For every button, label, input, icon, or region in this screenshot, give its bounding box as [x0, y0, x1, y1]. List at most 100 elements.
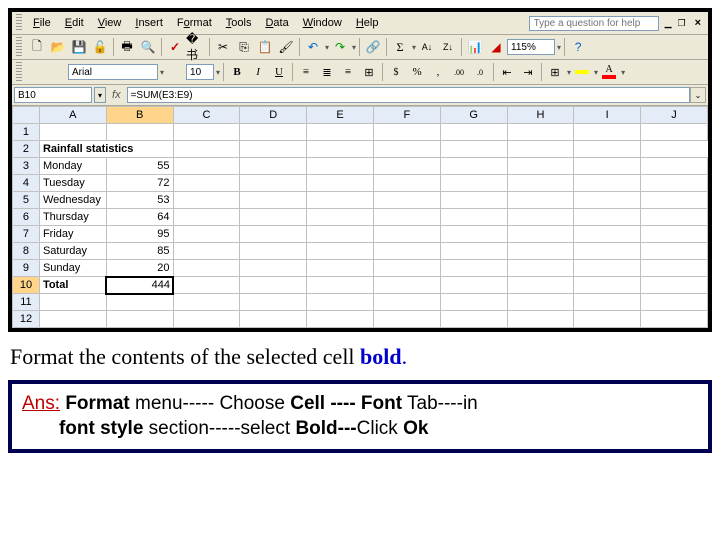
col-header-B[interactable]: B	[106, 107, 173, 124]
row-header-8[interactable]: 8	[13, 243, 40, 260]
menu-format[interactable]: Format	[170, 15, 219, 31]
window-minimize-button[interactable]: ▁	[665, 18, 672, 29]
bold-button[interactable]: B	[227, 62, 247, 82]
row-header-1[interactable]: 1	[13, 124, 40, 141]
cell-B5[interactable]: 53	[106, 192, 173, 209]
menu-insert[interactable]: Insert	[128, 15, 170, 31]
row-header-11[interactable]: 11	[13, 294, 40, 311]
drawing-icon[interactable]: ◢	[486, 37, 506, 57]
cell-B4[interactable]: 72	[106, 175, 173, 192]
menu-edit[interactable]: Edit	[58, 15, 91, 31]
select-all-corner[interactable]	[13, 107, 40, 124]
fx-button[interactable]: fx	[106, 89, 127, 101]
autosum-icon[interactable]: Σ	[390, 37, 410, 57]
menu-view[interactable]: View	[91, 15, 129, 31]
font-size-dropdown[interactable]: ▾	[215, 68, 220, 77]
cell-B1[interactable]	[106, 124, 173, 141]
percent-button[interactable]: %	[407, 62, 427, 82]
menu-handle[interactable]	[16, 14, 22, 32]
cell-A5[interactable]: Wednesday	[39, 192, 106, 209]
decrease-indent-button[interactable]: ⇤	[497, 62, 517, 82]
col-header-E[interactable]: E	[307, 107, 374, 124]
row-header-6[interactable]: 6	[13, 209, 40, 226]
currency-button[interactable]: $	[386, 62, 406, 82]
col-header-A[interactable]: A	[39, 107, 106, 124]
col-header-D[interactable]: D	[240, 107, 307, 124]
underline-button[interactable]: U	[269, 62, 289, 82]
cell-B3[interactable]: 55	[106, 158, 173, 175]
align-right-button[interactable]: ≡	[338, 62, 358, 82]
hyperlink-icon[interactable]: 🔗	[363, 37, 383, 57]
increase-decimal-button[interactable]: .00	[449, 62, 469, 82]
menu-help[interactable]: Help	[349, 15, 386, 31]
zoom-dropdown[interactable]: ▾	[556, 43, 561, 52]
paste-icon[interactable]: 📋	[255, 37, 275, 57]
cell-A10[interactable]: Total	[39, 277, 106, 294]
col-header-C[interactable]: C	[173, 107, 240, 124]
open-icon[interactable]: 📂	[48, 37, 68, 57]
menu-tools[interactable]: Tools	[219, 15, 259, 31]
row-header-2[interactable]: 2	[13, 141, 40, 158]
font-size-input[interactable]: 10	[186, 64, 214, 80]
save-icon[interactable]: 💾	[69, 37, 89, 57]
fill-color-button[interactable]	[572, 62, 592, 82]
col-header-I[interactable]: I	[574, 107, 641, 124]
cell-A8[interactable]: Saturday	[39, 243, 106, 260]
col-header-H[interactable]: H	[507, 107, 574, 124]
row-header-10[interactable]: 10	[13, 277, 40, 294]
cell-B7[interactable]: 95	[106, 226, 173, 243]
increase-indent-button[interactable]: ⇥	[518, 62, 538, 82]
sort-desc-icon[interactable]: Z↓	[438, 37, 458, 57]
window-restore-button[interactable]: ❐	[677, 18, 685, 29]
redo-dropdown[interactable]: ▾	[351, 43, 356, 52]
font-color-button[interactable]: A	[599, 62, 619, 82]
toolbar-handle[interactable]	[16, 37, 22, 57]
cut-icon[interactable]: ✂	[213, 37, 233, 57]
menu-file[interactable]: File	[26, 15, 58, 31]
cell-A2[interactable]: Rainfall statistics	[39, 141, 173, 158]
name-box[interactable]: B10	[14, 87, 92, 103]
align-left-button[interactable]: ≡	[296, 62, 316, 82]
autosum-dropdown[interactable]: ▾	[411, 43, 416, 52]
cell-A6[interactable]: Thursday	[39, 209, 106, 226]
new-icon[interactable]: 🗋	[27, 37, 47, 57]
decrease-decimal-button[interactable]: .0	[470, 62, 490, 82]
format-toolbar-handle[interactable]	[16, 62, 22, 82]
zoom-input[interactable]: 115%	[507, 39, 555, 55]
sort-asc-icon[interactable]: A↓	[417, 37, 437, 57]
formula-expand-button[interactable]: ⌄	[690, 87, 706, 103]
borders-button[interactable]: ⊞	[545, 62, 565, 82]
menu-data[interactable]: Data	[258, 15, 295, 31]
align-center-button[interactable]: ≣	[317, 62, 337, 82]
undo-dropdown[interactable]: ▾	[324, 43, 329, 52]
cell-A3[interactable]: Monday	[39, 158, 106, 175]
fontcolor-dropdown[interactable]: ▾	[620, 68, 625, 77]
redo-icon[interactable]: ↷	[330, 37, 350, 57]
col-header-J[interactable]: J	[641, 107, 708, 124]
cell-B8[interactable]: 85	[106, 243, 173, 260]
name-box-dropdown[interactable]: ▾	[94, 87, 106, 103]
row-header-9[interactable]: 9	[13, 260, 40, 277]
font-name-dropdown[interactable]: ▾	[159, 68, 164, 77]
window-close-button[interactable]: ×	[692, 17, 704, 29]
print-icon[interactable]: 🖶	[117, 37, 137, 57]
merge-center-button[interactable]: ⊞	[359, 62, 379, 82]
row-header-4[interactable]: 4	[13, 175, 40, 192]
col-header-G[interactable]: G	[440, 107, 507, 124]
research-icon[interactable]: �书	[186, 37, 206, 57]
row-header-12[interactable]: 12	[13, 311, 40, 328]
cell-B6[interactable]: 64	[106, 209, 173, 226]
format-painter-icon[interactable]: 🖌	[276, 37, 296, 57]
spellcheck-icon[interactable]: ✓	[165, 37, 185, 57]
font-name-input[interactable]: Arial	[68, 64, 158, 80]
copy-icon[interactable]: ⎘	[234, 37, 254, 57]
fill-dropdown[interactable]: ▾	[593, 68, 598, 77]
cell-B10-selected[interactable]: 444	[106, 277, 173, 294]
cell-B9[interactable]: 20	[106, 260, 173, 277]
cell-A7[interactable]: Friday	[39, 226, 106, 243]
formula-input[interactable]: =SUM(E3:E9)	[127, 87, 690, 103]
cell-A4[interactable]: Tuesday	[39, 175, 106, 192]
help-search-input[interactable]	[529, 16, 659, 31]
row-header-7[interactable]: 7	[13, 226, 40, 243]
row-header-5[interactable]: 5	[13, 192, 40, 209]
